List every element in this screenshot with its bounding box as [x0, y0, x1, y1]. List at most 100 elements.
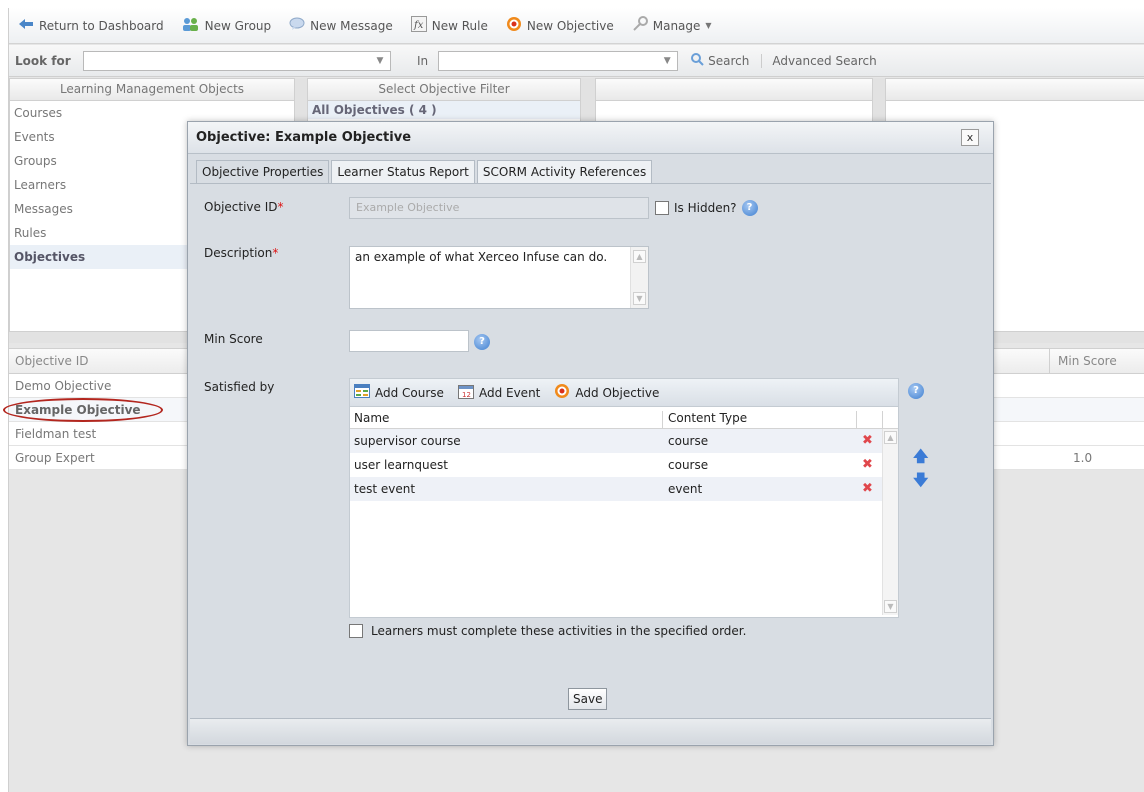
- satisfied-by-panel: Add Course 12 Add Event Add Objective Na…: [349, 378, 899, 618]
- objective-id-label: Objective ID*: [204, 200, 284, 214]
- search-label: Search: [708, 53, 750, 68]
- add-event-label: Add Event: [478, 385, 541, 400]
- search-in-combobox[interactable]: ▼: [438, 50, 679, 71]
- add-course-label: Add Course: [375, 385, 444, 400]
- svg-text:fx: fx: [413, 20, 424, 31]
- delete-icon[interactable]: ✖: [862, 482, 873, 495]
- objective-id-field[interactable]: Example Objective: [349, 197, 649, 219]
- required-marker: *: [272, 246, 279, 260]
- chevron-down-icon[interactable]: ▼: [657, 52, 677, 70]
- col-min-score[interactable]: Min Score: [1049, 349, 1139, 374]
- new-objective-button[interactable]: New Objective: [501, 14, 619, 38]
- dialog-title-bar: Objective: Example Objective x: [188, 122, 993, 154]
- activity-type: event: [668, 482, 703, 496]
- dialog-footer: [190, 718, 991, 744]
- add-objective-button[interactable]: Add Objective: [554, 383, 659, 402]
- description-label: Description*: [204, 246, 278, 260]
- look-for-label: Look for: [15, 53, 71, 68]
- chevron-down-icon[interactable]: ▼: [370, 52, 390, 70]
- move-up-arrow-icon[interactable]: 🡅: [913, 446, 928, 471]
- course-grid-icon: [354, 384, 370, 401]
- scroll-up-icon[interactable]: ▲: [633, 250, 646, 263]
- min-score-input[interactable]: [349, 330, 469, 352]
- calendar-icon: 12: [457, 384, 474, 402]
- tab-objective-properties[interactable]: Objective Properties: [196, 160, 330, 184]
- required-marker: *: [277, 200, 284, 214]
- is-hidden-group: Is Hidden? ?: [655, 200, 758, 216]
- search-bar: Look for ▼ In ▼ Search Advanced Search: [9, 45, 1144, 77]
- help-icon[interactable]: ?: [908, 383, 924, 399]
- search-button[interactable]: Search: [690, 52, 749, 69]
- help-icon[interactable]: ?: [474, 334, 490, 350]
- help-icon[interactable]: ?: [741, 200, 758, 216]
- look-for-combobox[interactable]: ▼: [83, 50, 391, 71]
- min-score-label: Min Score: [204, 332, 263, 346]
- add-objective-label: Add Objective: [575, 385, 660, 400]
- new-rule-label: New Rule: [431, 18, 488, 33]
- learning-objects-header: Learning Management Objects: [10, 79, 294, 101]
- dialog-title: Objective: Example Objective: [196, 130, 412, 145]
- move-down-arrow-icon[interactable]: 🡇: [913, 470, 928, 495]
- activity-row[interactable]: supervisor course course ✖: [350, 429, 898, 453]
- order-checkbox[interactable]: [349, 624, 363, 638]
- new-message-label: New Message: [310, 18, 393, 33]
- objective-id-label-text: Objective ID: [204, 200, 278, 214]
- scroll-down-icon[interactable]: ▼: [633, 292, 646, 305]
- target-icon: [554, 383, 570, 402]
- add-course-button[interactable]: Add Course: [354, 384, 444, 401]
- add-event-button[interactable]: 12 Add Event: [457, 384, 541, 402]
- group-icon: [182, 17, 200, 34]
- scroll-down-icon[interactable]: ▼: [884, 600, 897, 613]
- description-textarea[interactable]: an example of what Xerceo Infuse can do.…: [349, 246, 649, 309]
- main-toolbar: Return to Dashboard New Group New Messag…: [9, 8, 1144, 44]
- return-to-dashboard-button[interactable]: Return to Dashboard: [13, 14, 169, 38]
- activity-row[interactable]: user learnquest course ✖: [350, 453, 898, 477]
- tab-learner-status-report[interactable]: Learner Status Report: [331, 160, 475, 184]
- row-objective-id: Demo Objective: [15, 379, 112, 393]
- new-rule-button[interactable]: fx New Rule: [406, 14, 493, 38]
- col-name[interactable]: Name: [354, 411, 389, 425]
- save-button[interactable]: Save: [568, 688, 608, 710]
- col-content-type[interactable]: Content Type: [668, 411, 747, 425]
- delete-icon[interactable]: ✖: [862, 458, 873, 471]
- filter-all-objectives[interactable]: All Objectives ( 4 ): [308, 101, 580, 119]
- new-message-button[interactable]: New Message: [284, 14, 398, 38]
- row-objective-id: Group Expert: [15, 451, 95, 465]
- description-scrollbar[interactable]: ▲ ▼: [630, 247, 648, 308]
- close-button[interactable]: x: [961, 129, 979, 146]
- row-min-score: 1.0: [1073, 451, 1093, 465]
- satisfied-by-label: Satisfied by: [204, 380, 275, 394]
- target-icon: [506, 16, 522, 35]
- is-hidden-checkbox[interactable]: [655, 201, 669, 215]
- magnifier-icon: [690, 52, 704, 69]
- satisfied-by-toolbar: Add Course 12 Add Event Add Objective: [350, 379, 898, 407]
- in-label: In: [417, 53, 429, 68]
- new-group-label: New Group: [204, 18, 272, 33]
- return-to-dashboard-label: Return to Dashboard: [39, 18, 164, 33]
- dialog-tabs: Objective Properties Learner Status Repo…: [196, 160, 654, 184]
- activity-row[interactable]: test event event ✖: [350, 477, 898, 501]
- new-group-button[interactable]: New Group: [177, 14, 277, 38]
- description-label-text: Description: [204, 246, 273, 260]
- activity-name: user learnquest: [354, 458, 448, 472]
- description-value: an example of what Xerceo Infuse can do.: [355, 250, 608, 264]
- delete-icon[interactable]: ✖: [862, 434, 873, 447]
- col-objective-id[interactable]: Objective ID: [15, 349, 89, 374]
- manage-menu-button[interactable]: Manage ▼: [627, 14, 717, 38]
- activities-header: Name Content Type: [350, 407, 898, 433]
- activities-scrollbar[interactable]: ▲ ▼: [882, 429, 898, 615]
- advanced-search-link[interactable]: Advanced Search: [761, 53, 877, 68]
- dialog-body: Objective ID* Example Objective Is Hidde…: [190, 183, 991, 717]
- activity-name: supervisor course: [354, 434, 461, 448]
- message-bubble-icon: [289, 17, 305, 34]
- filter-panel-4-header: [886, 79, 1144, 101]
- objective-dialog: Objective: Example Objective x Objective…: [187, 121, 994, 746]
- manage-label: Manage: [652, 18, 701, 33]
- svg-text:12: 12: [462, 391, 471, 399]
- new-objective-label: New Objective: [526, 18, 614, 33]
- key-icon: [632, 16, 648, 35]
- objective-filter-header: Select Objective Filter: [308, 79, 580, 101]
- is-hidden-label: Is Hidden?: [674, 201, 737, 215]
- scroll-up-icon[interactable]: ▲: [884, 431, 897, 444]
- tab-scorm-activity-references[interactable]: SCORM Activity References: [476, 160, 653, 184]
